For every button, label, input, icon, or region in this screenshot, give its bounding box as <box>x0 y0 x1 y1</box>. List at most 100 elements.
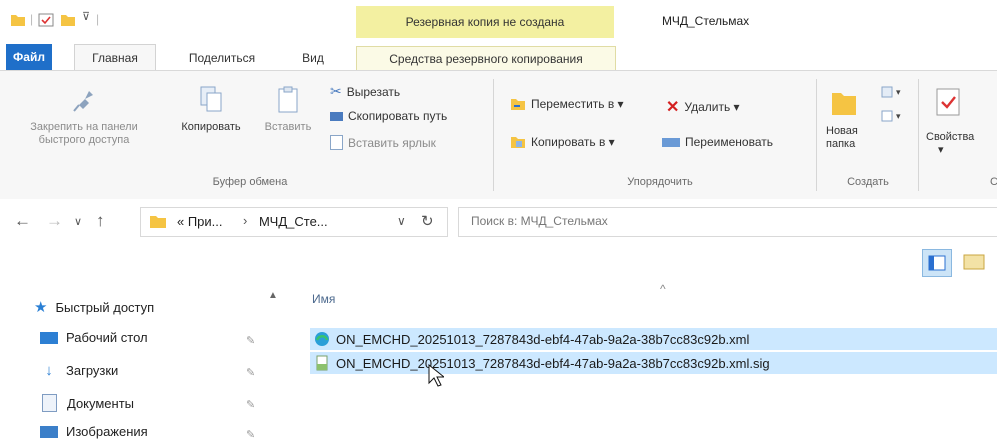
new-item-icon[interactable]: ▾ <box>880 85 910 99</box>
nav-item-pictures[interactable]: Изображения <box>40 424 148 439</box>
search-box[interactable]: Поиск в: МЧД_Стельмах <box>458 207 997 237</box>
pin-icon[interactable]: ✎ <box>246 334 255 347</box>
sort-indicator-icon: ^ <box>660 282 666 296</box>
move-to-button[interactable]: Переместить в ▾ <box>510 97 624 111</box>
preview-pane-icon <box>963 254 985 270</box>
new-folder-label-1: Новая <box>826 125 858 137</box>
delete-x-icon: ✕ <box>666 99 680 116</box>
star-icon: ★ <box>34 299 48 316</box>
ribbon-separator <box>816 79 817 191</box>
details-view-icon <box>928 255 946 271</box>
tab-home[interactable]: Главная <box>74 44 156 71</box>
up-arrow-icon[interactable]: ↑ <box>96 211 105 231</box>
copy-to-button[interactable]: Копировать в ▾ <box>510 135 615 149</box>
details-view-button[interactable] <box>922 249 952 277</box>
copy-to-icon <box>511 137 525 148</box>
copy-path-label: Скопировать путь <box>348 109 448 123</box>
title-bar: | ⊽ | Резервная копия не создана МЧД_Сте… <box>0 0 997 40</box>
back-arrow-icon[interactable]: ← <box>14 211 31 231</box>
mouse-cursor-icon <box>428 364 444 387</box>
ribbon-tabs: Файл Главная Поделиться Вид Средства рез… <box>0 40 997 71</box>
rename-label: Переименовать <box>685 135 773 149</box>
breadcrumb-parent[interactable]: « При... <box>177 214 223 229</box>
qa-separator-2: | <box>96 12 100 26</box>
rename-button[interactable]: Переименовать <box>662 135 773 149</box>
search-placeholder: Поиск в: МЧД_Стельмах <box>471 214 608 228</box>
paste-shortcut-button[interactable]: Вставить ярлык <box>330 135 436 150</box>
delete-button[interactable]: ✕ Удалить ▾ <box>666 97 740 117</box>
properties-button[interactable]: Свойства ▾ <box>926 87 997 157</box>
easy-access-icon[interactable]: ▾ <box>880 109 910 123</box>
ribbon-separator <box>918 79 919 191</box>
navigation-pane: ▲ ★ Быстрый доступ Рабочий стол ✎ ↓ Загр… <box>0 288 284 441</box>
paste-shortcut-label: Вставить ярлык <box>348 135 436 150</box>
pictures-icon <box>40 425 58 438</box>
paste-shortcut-icon <box>330 135 343 150</box>
qa-customize-icon[interactable]: ⊽ <box>82 10 90 23</box>
pin-icon[interactable]: ✎ <box>246 428 255 441</box>
nav-item-downloads[interactable]: ↓ Загрузки <box>40 362 118 379</box>
scroll-up-icon[interactable]: ▲ <box>268 290 278 301</box>
window-title: МЧД_Стельмах <box>662 14 750 28</box>
nav-item-label: Изображения <box>66 424 148 439</box>
paste-button[interactable]: Вставить <box>256 85 320 134</box>
folder-icon <box>150 216 166 228</box>
new-folder-qa-icon[interactable] <box>60 13 76 27</box>
copy-path-icon <box>330 111 343 121</box>
edge-xml-icon <box>315 332 329 346</box>
new-folder-label-2: папка <box>826 138 856 150</box>
file-name: ON_EMCHD_20251013_7287843d-ebf4-47ab-9a2… <box>336 331 750 347</box>
paste-label: Вставить <box>264 121 312 133</box>
group-open-label: С <box>990 176 997 188</box>
pin-label-2: быстрого доступа <box>38 134 130 146</box>
pin-label-1: Закрепить на панели <box>30 121 138 133</box>
address-dropdown-icon[interactable]: ∨ <box>397 214 406 228</box>
properties-icon <box>936 88 960 116</box>
move-to-label: Переместить в ▾ <box>531 97 624 111</box>
copy-button[interactable]: Копировать <box>166 85 256 134</box>
tab-backup-tools[interactable]: Средства резервного копирования <box>356 46 616 71</box>
desktop-icon <box>40 331 58 344</box>
cut-button[interactable]: ✂ Вырезать <box>330 83 400 100</box>
group-new-label: Создать <box>847 176 889 188</box>
nav-item-quick-access[interactable]: ★ Быстрый доступ <box>34 298 154 316</box>
tab-share[interactable]: Поделиться <box>172 46 272 70</box>
pin-quick-access-button[interactable]: Закрепить на панели быстрого доступа <box>4 85 164 147</box>
address-bar[interactable]: « При... › МЧД_Сте... ∨ ↻ <box>140 207 448 237</box>
properties-qa-icon[interactable] <box>38 13 54 27</box>
ribbon: Закрепить на панели быстрого доступа Коп… <box>0 70 997 200</box>
clipboard-icon <box>278 86 298 113</box>
folder-icon[interactable] <box>10 13 26 27</box>
signature-file-icon <box>316 355 328 371</box>
pin-icon[interactable]: ✎ <box>246 398 255 411</box>
cut-label: Вырезать <box>346 84 401 99</box>
breadcrumb-current[interactable]: МЧД_Сте... <box>259 214 328 229</box>
preview-pane-button[interactable] <box>960 249 997 275</box>
copy-path-button[interactable]: Скопировать путь <box>330 109 447 123</box>
tab-view[interactable]: Вид <box>290 46 336 70</box>
file-name: ON_EMCHD_20251013_7287843d-ebf4-47ab-9a2… <box>336 355 770 371</box>
documents-icon <box>42 394 57 412</box>
nav-item-label: Быстрый доступ <box>55 299 155 315</box>
new-folder-button[interactable]: Новая папка <box>826 87 872 151</box>
group-clipboard-label: Буфер обмена <box>212 176 288 188</box>
nav-item-label: Документы <box>67 395 135 411</box>
pin-icon[interactable]: ✎ <box>246 366 255 379</box>
column-header-name[interactable]: Имя <box>312 292 335 306</box>
nav-item-desktop[interactable]: Рабочий стол <box>40 330 148 345</box>
file-list: ^ Имя ON_EMCHD_20251013_7287843d-ebf4-47… <box>290 282 997 439</box>
recent-locations-icon[interactable]: ∨ <box>74 215 82 228</box>
nav-item-label: Рабочий стол <box>66 330 148 345</box>
navigation-bar: ← → ∨ ↑ « При... › МЧД_Сте... ∨ ↻ Поиск … <box>0 199 997 243</box>
group-organize-label: Упорядочить <box>627 176 693 188</box>
view-toggle-row <box>0 243 997 288</box>
forward-arrow-icon[interactable]: → <box>46 211 63 231</box>
nav-item-documents[interactable]: Документы <box>40 394 134 412</box>
move-to-icon <box>511 99 525 110</box>
file-row[interactable]: ON_EMCHD_20251013_7287843d-ebf4-47ab-9a2… <box>310 352 997 374</box>
breadcrumb-separator: › <box>243 213 248 228</box>
refresh-icon[interactable]: ↻ <box>421 212 434 230</box>
file-row[interactable]: ON_EMCHD_20251013_7287843d-ebf4-47ab-9a2… <box>310 328 997 350</box>
tab-file[interactable]: Файл <box>6 44 52 70</box>
new-folder-icon <box>832 93 856 115</box>
